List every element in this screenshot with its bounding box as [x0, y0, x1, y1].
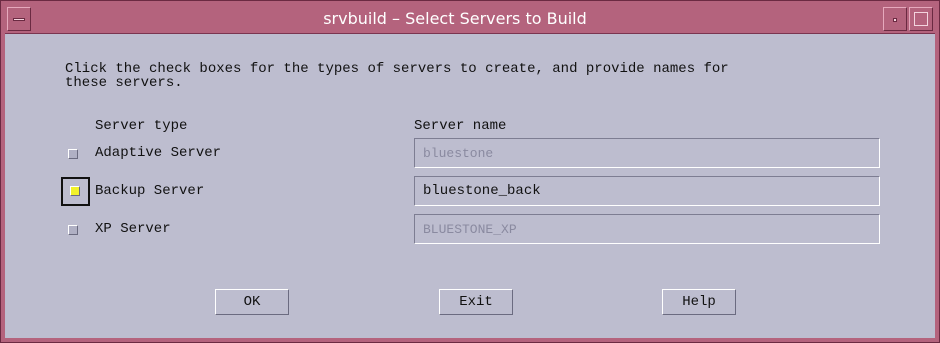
window-menu-icon	[13, 18, 25, 21]
window-menu-button[interactable]	[7, 7, 31, 31]
server-type-header: Server type	[95, 118, 188, 134]
help-button[interactable]: Help	[662, 289, 736, 315]
adaptive-server-checkbox[interactable]	[68, 149, 78, 159]
minimize-icon	[893, 18, 897, 22]
instruction-text: Click the check boxes for the types of s…	[65, 61, 729, 91]
adaptive-server-label: Adaptive Server	[95, 145, 222, 161]
backup-server-label: Backup Server	[95, 183, 205, 199]
xp-server-label: XP Server	[95, 221, 171, 237]
window-title: srvbuild – Select Servers to Build	[323, 9, 587, 28]
minimize-button[interactable]	[883, 7, 907, 31]
backup-server-checkbox[interactable]	[70, 186, 80, 196]
maximize-icon	[914, 12, 928, 26]
adaptive-server-name-field[interactable]	[414, 138, 880, 168]
backup-server-name-field[interactable]	[414, 176, 880, 206]
ok-button[interactable]: OK	[215, 289, 289, 315]
xp-server-checkbox[interactable]	[68, 225, 78, 235]
server-name-header: Server name	[414, 118, 507, 134]
exit-button[interactable]: Exit	[439, 289, 513, 315]
dialog-body: Click the check boxes for the types of s…	[5, 34, 935, 338]
xp-server-name-field[interactable]	[414, 214, 880, 244]
maximize-button[interactable]	[909, 7, 933, 31]
srvbuild-dialog: srvbuild – Select Servers to Build Click…	[0, 0, 940, 343]
title-bar[interactable]: srvbuild – Select Servers to Build	[5, 5, 935, 34]
